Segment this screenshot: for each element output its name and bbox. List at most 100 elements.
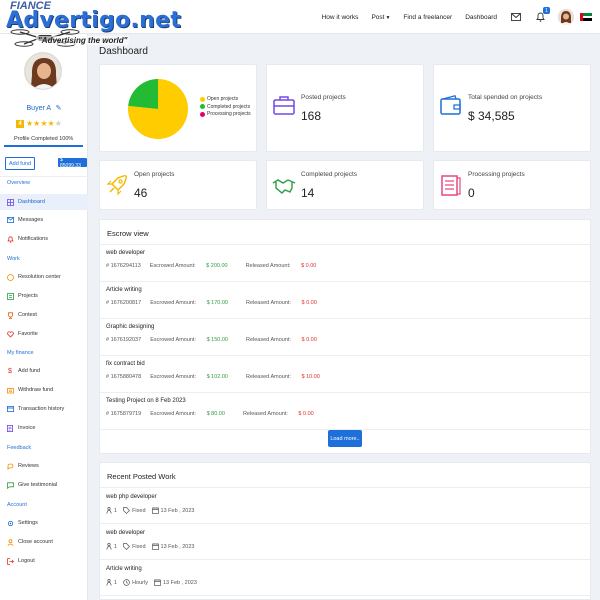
pie-slice-completed-projects xyxy=(128,79,158,109)
recent-work-item[interactable]: web php developer 1 Fixed 13 Feb , 2023 xyxy=(100,488,590,524)
sidebar-item-label: Notifications xyxy=(18,236,48,242)
withdraw-icon xyxy=(6,387,14,393)
mail-icon xyxy=(511,13,521,21)
sidebar-item-give-testimonial[interactable]: Give testimonial xyxy=(0,477,88,493)
profile-complete-label: Profile Completed xyxy=(14,136,58,142)
sidebar-item-label: Settings xyxy=(18,520,38,526)
escrow-item[interactable]: web developer # 1676294113 Escrowed Amount… xyxy=(100,245,590,282)
escrow-item-meta: # 1675879719 Escrowed Amount: $ 80.00 Rele… xyxy=(106,411,332,417)
sidebar-item-label: Contest xyxy=(18,312,37,318)
escrowed-amount-value: $ 170.00 xyxy=(206,300,228,306)
projects-pie-chart-card: Open projects Completed projects Processin… xyxy=(99,64,257,152)
posted-date-value: 13 Feb , 2023 xyxy=(160,507,195,514)
trophy-icon xyxy=(7,311,13,319)
sidebar-item-contest[interactable]: Contest xyxy=(0,307,88,323)
sidebar-item-transaction-history[interactable]: Transaction history xyxy=(0,401,88,417)
sidebar-item-notifications[interactable]: Notifications xyxy=(0,231,88,247)
section-overview: Overview xyxy=(7,180,30,186)
tag-icon xyxy=(123,543,131,550)
sidebar-item-invoice[interactable]: Invoice xyxy=(0,420,88,436)
sidebar-item-favorite[interactable]: Favorite xyxy=(0,326,88,342)
projects-pie-chart xyxy=(128,79,188,139)
posted-date-value: 13 Feb , 2023 xyxy=(160,543,195,550)
checklist-icon xyxy=(441,175,461,196)
user-avatar[interactable] xyxy=(558,9,574,25)
released-amount-label: Released Amount: xyxy=(246,374,291,380)
sidebar-item-close-account[interactable]: Close account xyxy=(0,534,88,550)
sidebar-item-resolution-center[interactable]: Resolution center xyxy=(0,269,88,285)
escrow-item-meta: # 1676192037 Escrowed Amount: $ 150.00 Rel… xyxy=(106,337,335,343)
escrow-item-title: web developer xyxy=(106,250,146,256)
posted-date: 13 Feb , 2023 xyxy=(151,543,195,550)
escrowed-amount-label: Escrowed Amount: xyxy=(150,337,197,343)
work-type-value: Hourly xyxy=(132,579,148,586)
released-amount-label: Released Amount: xyxy=(246,300,291,306)
load-more-button[interactable]: Load more.. xyxy=(328,430,362,447)
sidebar-item-label: Transaction history xyxy=(18,406,65,412)
completed-projects-label: Completed projects xyxy=(301,171,357,178)
escrow-view-panel: Escrow view web developer # 1676294113 Esc… xyxy=(99,219,591,454)
sidebar-item-reviews[interactable]: Reviews xyxy=(0,458,88,474)
balance-badge: $ 85099.33 xyxy=(58,157,87,169)
recent-work-item[interactable]: web developer 1 Fixed 13 Feb , 2023 xyxy=(100,524,590,560)
edit-pencil-icon[interactable]: ✎ xyxy=(56,105,62,112)
briefcase-icon xyxy=(273,96,295,115)
person-icon xyxy=(106,579,112,586)
nav-how-it-works[interactable]: How it works xyxy=(322,14,359,21)
legend-label: Open projects xyxy=(207,96,239,102)
logo[interactable]: FIANCE Advertigo.net "Advertising the wo… xyxy=(4,0,184,60)
notification-button[interactable]: 1 xyxy=(534,7,550,23)
escrow-item-title: Testing Project on 8 Feb 2023 xyxy=(106,398,186,404)
open-projects-value: 46 xyxy=(134,186,148,200)
processing-projects-card: Processing projects 0 xyxy=(433,160,591,210)
sidebar-item-messages[interactable]: Messages xyxy=(0,212,88,228)
calendar-icon xyxy=(151,507,159,514)
sidebar-item-withdraw-fund[interactable]: Withdraw fund xyxy=(0,382,88,398)
recent-posted-work-panel: Recent Posted Work web php developer 1 Fix… xyxy=(99,462,591,600)
work-type: Fixed xyxy=(123,543,146,550)
calendar-icon xyxy=(154,579,161,586)
escrow-item[interactable]: fix contract bid # 1675880478 Escrowed Amo… xyxy=(100,356,590,393)
sidebar-item-dashboard[interactable]: Dashboard xyxy=(0,194,88,210)
legend-item: Open projects xyxy=(200,96,251,102)
gear-icon xyxy=(7,520,13,526)
released-amount-value: $ 0.00 xyxy=(298,411,314,417)
escrow-item[interactable]: Article writing # 1676200817 Escrowed Amou… xyxy=(100,282,590,319)
legend-swatch xyxy=(200,111,205,117)
recent-work-title: web php developer xyxy=(106,494,157,500)
sidebar-item-add-fund[interactable]: $ Add fund xyxy=(0,363,88,379)
sidebar-item-label: Reviews xyxy=(18,463,39,469)
mail-button[interactable] xyxy=(510,11,522,23)
person-icon xyxy=(106,543,112,550)
nav-dashboard[interactable]: Dashboard xyxy=(465,14,497,21)
recent-work-item[interactable]: Article writing 1 Hourly 13 Feb , 2023 xyxy=(100,560,590,596)
nav-post[interactable]: Post▼ xyxy=(371,14,390,21)
completed-projects-card: Completed projects 14 xyxy=(266,160,424,210)
escrowed-amount-label: Escrowed Amount: xyxy=(150,374,197,380)
escrowed-amount-label: Escrowed Amount: xyxy=(150,411,197,417)
escrow-item-id: # 1676294113 xyxy=(106,263,141,269)
calendar-icon xyxy=(151,543,159,550)
sidebar-item-settings[interactable]: Settings xyxy=(0,515,88,531)
legend-swatch xyxy=(200,104,205,109)
sidebar-item-logout[interactable]: Logout xyxy=(0,553,88,569)
escrow-item-id: # 1676200817 xyxy=(106,300,142,306)
sidebar-item-projects[interactable]: Projects xyxy=(0,288,88,304)
recent-posted-work-title: Recent Posted Work xyxy=(107,472,176,481)
resolution-icon xyxy=(6,273,14,281)
posted-projects-value: 168 xyxy=(301,109,322,123)
sidebar-item-label: Add fund xyxy=(18,368,41,374)
bids-count: 1 xyxy=(106,543,117,550)
invoice-icon xyxy=(7,424,13,432)
uae-flag-icon[interactable] xyxy=(580,13,592,22)
released-amount-value: $ 0.00 xyxy=(301,300,317,306)
escrow-item[interactable]: Testing Project on 8 Feb 2023 # 167587971… xyxy=(100,393,590,430)
add-fund-button[interactable]: Add fund xyxy=(5,157,35,170)
escrowed-amount: Escrowed Amount: $ 150.00 xyxy=(150,337,237,343)
rocket-icon xyxy=(106,175,127,196)
total-spent-card: Total spended on projects $ 34,585 xyxy=(433,64,591,152)
nav-find-freelancer[interactable]: Find a freelancer xyxy=(403,14,452,21)
escrow-item[interactable]: Graphic designing # 1676192037 Escrowed Am… xyxy=(100,319,590,356)
recent-work-meta: 1 Fixed 13 Feb , 2023 xyxy=(106,507,200,514)
sidebar-item-label: Close account xyxy=(18,539,53,545)
